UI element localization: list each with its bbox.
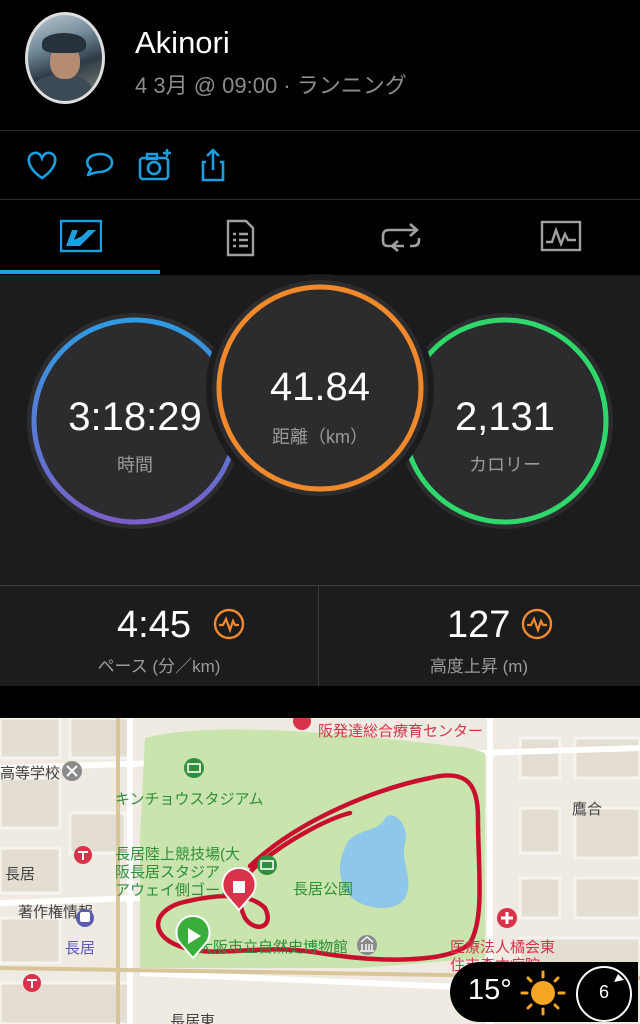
summary-tab-icon (60, 219, 102, 253)
add-photo-icon[interactable] (136, 145, 176, 185)
map-label-takai: 鷹合 (572, 801, 603, 818)
elevation-label: 高度上昇 (m) (429, 657, 529, 676)
time-ring: 3:18:29 時間 (27, 313, 243, 529)
tab-bar (0, 200, 640, 275)
active-tab-indicator (0, 270, 160, 274)
elevation-chart-icon[interactable] (521, 608, 553, 640)
details-tab-icon (226, 219, 255, 257)
map-label-nagai: 長居 (5, 866, 36, 883)
summary-panel: 3:18:29 時間 2,131 カロリー 41.84 距離（km） (0, 275, 640, 585)
wind-indicator: 6 (576, 966, 632, 1022)
distance-value: 41.84 (269, 365, 371, 409)
elevation-stat[interactable]: 127 高度上昇 (m) (320, 586, 638, 686)
map-label-station: 長居 (65, 940, 96, 957)
share-icon[interactable] (193, 145, 233, 185)
sun-icon (520, 970, 566, 1016)
calories-ring: 2,131 カロリー (397, 313, 613, 529)
activity-header: Akinori 4 3月 @ 09:00 · ランニング (0, 0, 640, 130)
calories-label: カロリー (469, 455, 541, 475)
section-gap (0, 686, 640, 720)
temperature: 15° (468, 974, 512, 1006)
time-value: 3:18:29 (68, 395, 202, 439)
time-label: 時間 (117, 455, 153, 475)
map-label-museum: 大阪市立自然史博物館 (198, 939, 349, 956)
action-bar (0, 131, 640, 199)
tab-charts[interactable] (480, 200, 640, 275)
comment-icon[interactable] (80, 145, 120, 185)
stats-bar: 4:45 ペース (分／km) 127 高度上昇 (m) (0, 586, 640, 686)
pace-chart-icon[interactable] (213, 608, 245, 640)
avatar[interactable] (25, 12, 105, 104)
tab-laps[interactable] (320, 200, 480, 275)
stats-separator (318, 586, 319, 686)
map-label-athletic-3: アウェイ側ゴール (115, 882, 236, 899)
laps-tab-icon (381, 223, 421, 252)
map-label-stadium: キンチョウスタジアム (115, 791, 264, 808)
map-label-copyright[interactable]: 著作権情報 (18, 901, 93, 922)
distance-ring: 41.84 距離（km） (212, 280, 428, 496)
calories-value: 2,131 (454, 395, 556, 439)
elevation-value: 127 (447, 604, 511, 646)
activity-meta: 4 3月 @ 09:00 · ランニング (135, 73, 407, 98)
pace-value: 4:45 (117, 604, 191, 646)
map-label-school: 高等学校 (0, 765, 61, 782)
heart-icon[interactable] (22, 145, 62, 185)
distance-label: 距離（km） (272, 427, 368, 447)
pace-label: ペース (分／km) (97, 657, 221, 676)
map-label-center: 阪発達総合療育センター (318, 723, 484, 740)
wind-speed: 6 (598, 982, 609, 1002)
map-label-park: 長居公園 (293, 881, 354, 898)
pace-stat[interactable]: 4:45 ペース (分／km) (0, 586, 318, 686)
charts-tab-icon (540, 220, 582, 252)
weather-badge: 15° 6 (450, 962, 638, 1022)
tab-summary[interactable] (0, 200, 160, 275)
tab-details[interactable] (160, 200, 320, 275)
map-label-nagai-east: 長居東 (170, 1013, 216, 1024)
user-name[interactable]: Akinori (135, 25, 230, 61)
